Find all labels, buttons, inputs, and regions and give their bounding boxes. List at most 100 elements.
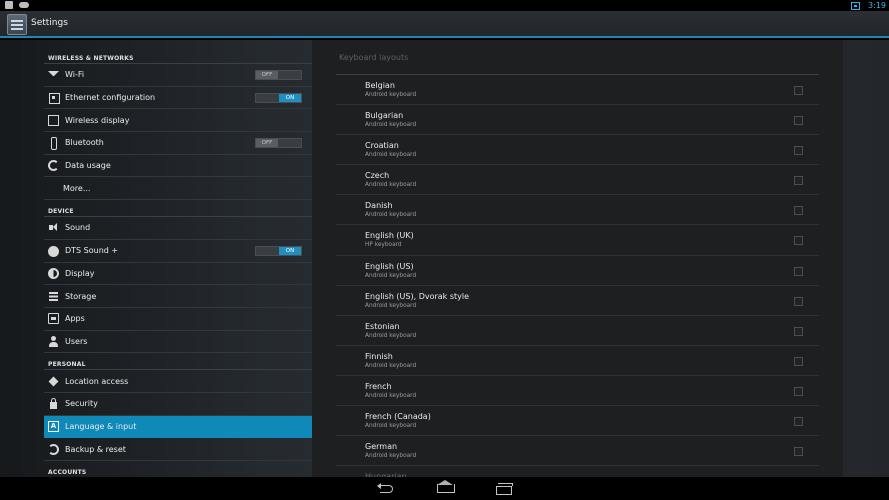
keyboard-layout-row[interactable]: English (US), Dvorak style Android keyboa… bbox=[336, 286, 819, 316]
recent-apps-icon[interactable] bbox=[496, 483, 513, 495]
nav-item-backup-reset[interactable]: Backup & reset bbox=[44, 438, 312, 461]
keyboard-layouts-panel[interactable]: Keyboard layouts Belgian Android keyboard… bbox=[312, 40, 843, 477]
nav-item-display[interactable]: Display bbox=[44, 263, 312, 286]
nav-item-label: Display bbox=[65, 268, 95, 278]
category-device: DEVICE bbox=[44, 200, 312, 218]
keyboard-layout-row[interactable]: Belgian Android keyboard bbox=[336, 75, 819, 106]
layout-name: Croatian bbox=[365, 141, 399, 151]
dts-toggle[interactable]: ON bbox=[255, 245, 302, 256]
storage-icon bbox=[48, 291, 59, 302]
nav-item-label: Sound bbox=[65, 223, 91, 233]
home-icon[interactable] bbox=[436, 480, 455, 494]
nav-item-label: Data usage bbox=[65, 161, 111, 171]
nav-item-apps[interactable]: Apps bbox=[44, 308, 312, 331]
keyboard-layout-list[interactable]: Belgian Android keyboard Bulgarian Android … bbox=[336, 75, 819, 477]
keyboard-layout-row[interactable]: French (Canada) Android keyboard bbox=[336, 406, 819, 437]
keyboard-layout-row[interactable]: Bulgarian Android keyboard bbox=[336, 105, 819, 136]
nav-item-sound[interactable]: Sound bbox=[44, 217, 312, 240]
nav-item-label: Ethernet configuration bbox=[65, 93, 156, 103]
nav-item-label: Language & input bbox=[65, 421, 137, 431]
nav-item-label: Apps bbox=[65, 314, 85, 324]
layout-checkbox[interactable] bbox=[794, 447, 803, 457]
wifi-toggle[interactable]: OFF bbox=[255, 70, 302, 80]
layout-name: Belgian bbox=[365, 81, 395, 90]
keyboard-layout-row[interactable]: English (UK) HP keyboard bbox=[336, 225, 819, 256]
display-icon bbox=[48, 267, 59, 279]
android-notification-icon bbox=[5, 1, 13, 9]
data-usage-icon bbox=[48, 160, 59, 172]
layout-source: Android keyboard bbox=[365, 362, 417, 369]
layout-checkbox[interactable] bbox=[794, 176, 803, 186]
layout-checkbox[interactable] bbox=[794, 206, 803, 216]
page-title: Settings bbox=[31, 18, 68, 28]
nav-item-label: Users bbox=[65, 336, 88, 346]
apps-icon bbox=[48, 313, 59, 325]
layout-name: German bbox=[365, 442, 398, 452]
settings-main: WIRELESS & NETWORKS Wi-Fi OFF Ethernet c… bbox=[0, 40, 889, 477]
layout-checkbox[interactable] bbox=[794, 417, 803, 427]
layout-checkbox[interactable] bbox=[794, 356, 803, 366]
nav-item-security[interactable]: Security bbox=[44, 393, 312, 416]
settings-app-icon[interactable] bbox=[7, 14, 27, 35]
layout-checkbox[interactable] bbox=[794, 326, 803, 336]
layout-source: Android keyboard bbox=[365, 453, 417, 460]
layout-name: English (US), Dvorak style bbox=[365, 291, 470, 301]
layout-checkbox[interactable] bbox=[794, 146, 803, 156]
lock-icon bbox=[48, 398, 59, 410]
layout-checkbox[interactable] bbox=[794, 386, 803, 396]
section-title: Keyboard layouts bbox=[339, 53, 409, 62]
wifi-icon bbox=[48, 70, 59, 82]
layout-source: Android keyboard bbox=[365, 302, 417, 309]
nav-item-data-usage[interactable]: Data usage bbox=[44, 155, 312, 178]
keyboard-layout-row[interactable]: Estonian Android keyboard bbox=[336, 316, 819, 346]
gamepad-icon bbox=[19, 2, 29, 8]
nav-item-storage[interactable]: Storage bbox=[44, 285, 312, 308]
nav-item-dts-sound[interactable]: DTS Sound + ON bbox=[44, 240, 312, 263]
nav-item-wifi[interactable]: Wi-Fi OFF bbox=[44, 64, 312, 87]
bluetooth-icon bbox=[48, 137, 59, 151]
layout-name: Finnish bbox=[365, 351, 393, 361]
layout-checkbox[interactable] bbox=[794, 116, 803, 126]
keyboard-layout-row[interactable]: Finnish Android keyboard bbox=[336, 346, 819, 376]
back-icon[interactable] bbox=[377, 483, 394, 494]
nav-item-label: More... bbox=[63, 183, 91, 193]
layout-source: Android keyboard bbox=[365, 92, 417, 98]
nav-item-wireless-display[interactable]: Wireless display bbox=[44, 109, 312, 133]
category-accounts: ACCOUNTS bbox=[44, 461, 312, 477]
layout-source: Android keyboard bbox=[365, 392, 417, 399]
bluetooth-toggle[interactable]: OFF bbox=[255, 138, 302, 149]
nav-item-bluetooth[interactable]: Bluetooth OFF bbox=[44, 132, 312, 155]
toggle-state: OFF bbox=[256, 71, 278, 79]
layout-source: Android keyboard bbox=[365, 152, 417, 159]
keyboard-layout-row[interactable]: Czech Android keyboard bbox=[336, 165, 819, 196]
layout-name: English (US) bbox=[365, 261, 414, 271]
nav-item-label: DTS Sound + bbox=[65, 246, 119, 256]
nav-item-label: Wi-Fi bbox=[65, 70, 85, 80]
status-time: 3:19 bbox=[868, 1, 886, 10]
keyboard-layout-row[interactable]: Croatian Android keyboard bbox=[336, 135, 819, 166]
wireless-display-icon bbox=[48, 114, 59, 126]
keyboard-layout-row[interactable]: French Android keyboard bbox=[336, 376, 819, 407]
layout-checkbox[interactable] bbox=[794, 86, 803, 95]
keyboard-layout-row[interactable]: Danish Android keyboard bbox=[336, 195, 819, 226]
ethernet-icon bbox=[48, 92, 60, 105]
network-icon bbox=[851, 1, 861, 10]
ethernet-toggle[interactable]: ON bbox=[255, 92, 302, 103]
keyboard-layout-row[interactable]: Hungarian bbox=[336, 466, 819, 477]
layout-source: Android keyboard bbox=[365, 212, 417, 219]
layout-source: HP keyboard bbox=[365, 242, 402, 249]
keyboard-layout-row[interactable]: German Android keyboard bbox=[336, 436, 819, 467]
nav-item-users[interactable]: Users bbox=[44, 331, 312, 354]
layout-checkbox[interactable] bbox=[794, 266, 803, 276]
system-navigation-bar bbox=[0, 477, 889, 500]
keyboard-layout-row[interactable]: English (US) Android keyboard bbox=[336, 256, 819, 286]
layout-checkbox[interactable] bbox=[794, 296, 803, 306]
settings-headers-list[interactable]: WIRELESS & NETWORKS Wi-Fi OFF Ethernet c… bbox=[44, 40, 312, 477]
nav-item-language-input[interactable]: A Language & input bbox=[44, 415, 312, 439]
layout-checkbox[interactable] bbox=[794, 236, 803, 246]
action-bar: Settings bbox=[0, 11, 889, 38]
nav-item-location[interactable]: Location access bbox=[44, 370, 312, 393]
layout-name: Danish bbox=[365, 201, 393, 211]
nav-item-more[interactable]: More... bbox=[44, 177, 312, 201]
nav-item-ethernet[interactable]: Ethernet configuration ON bbox=[44, 87, 312, 110]
